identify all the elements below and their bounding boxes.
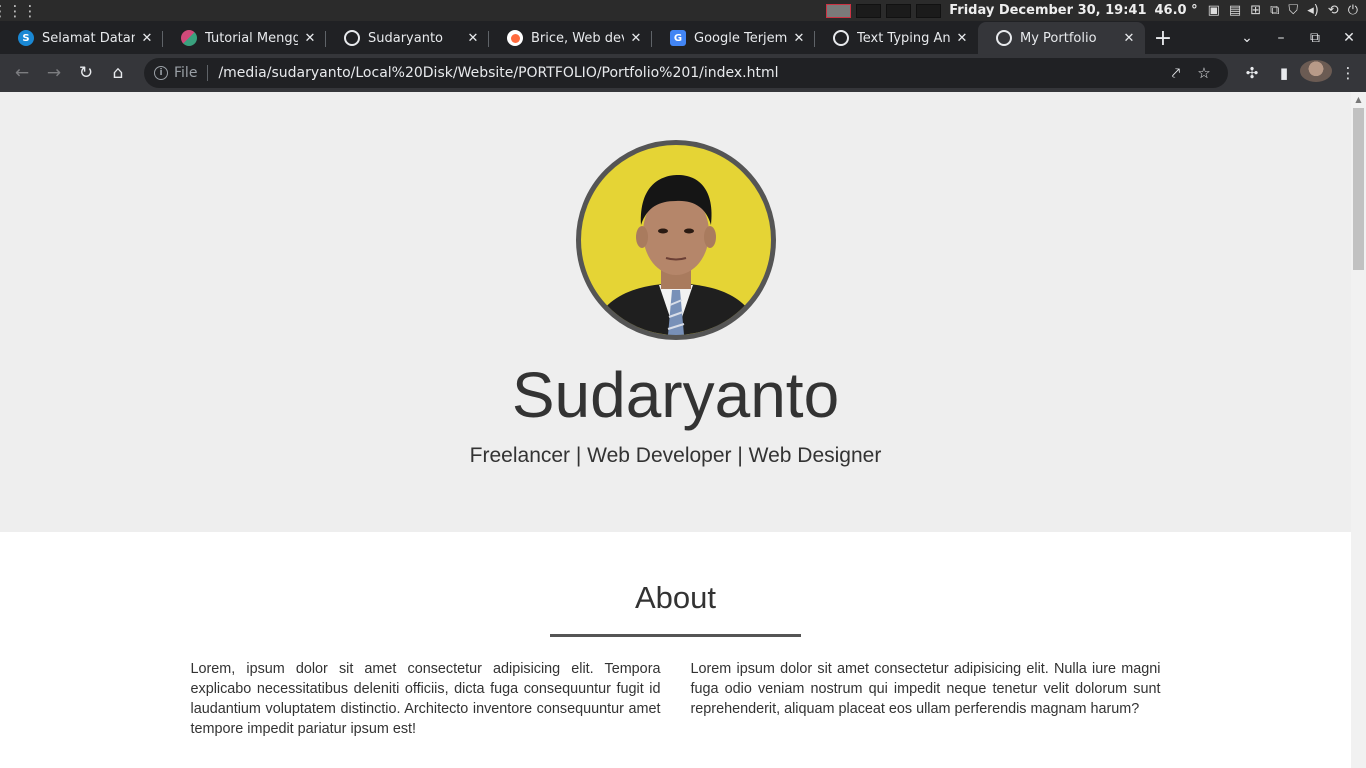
scrollbar-thumb[interactable] [1353,108,1364,270]
tab-my-portfolio[interactable]: My Portfolio ✕ [978,22,1145,54]
close-icon[interactable]: ✕ [139,31,155,46]
scroll-up-arrow-icon[interactable]: ▲ [1351,92,1366,107]
workspace-3[interactable] [886,3,912,18]
tab-title: Google Terjemah [694,30,787,46]
url-scheme: File [174,65,198,81]
os-top-bar: ⋮⋮⋮ Friday December 30, 19:41 46.0 ° ▣ ▤… [0,0,1366,21]
close-window-icon[interactable]: ✕ [1332,30,1366,46]
workspace-4[interactable] [916,3,942,18]
globe-icon [344,30,360,46]
close-icon[interactable]: ✕ [628,31,644,46]
close-icon[interactable]: ✕ [1121,31,1137,46]
system-tray: ▣ ▤ ⊞ ⧉ ⛉ ◂) ⟲ ⏻ [1208,3,1358,18]
skype-s-icon: S [18,30,34,46]
reload-button[interactable]: ↻ [70,57,102,89]
tab-search-icon[interactable]: ⌄ [1230,30,1264,46]
home-button[interactable]: ⌂ [102,57,134,89]
side-panel-icon[interactable]: ▮ [1268,64,1300,82]
close-icon[interactable]: ✕ [465,31,481,46]
bookmark-star-icon[interactable]: ☆ [1190,64,1218,82]
hero-tagline: Freelancer | Web Developer | Web Designe… [469,444,882,467]
tab-strip: S Selamat Datang ✕ Tutorial Menggu ✕ Sud… [0,21,1366,54]
restore-icon[interactable]: ⧉ [1298,30,1332,46]
minimize-icon[interactable]: – [1264,30,1298,46]
app-icon [181,30,197,46]
close-icon[interactable]: ✕ [954,31,970,46]
screen-icon[interactable]: ⧉ [1270,3,1279,18]
hero-section: Sudaryanto Freelancer | Web Developer | … [0,92,1351,532]
network-icon[interactable]: ⊞ [1250,3,1261,18]
translate-icon: G [670,30,686,46]
shield-icon[interactable]: ⛉ [1288,3,1298,18]
globe-icon [996,30,1012,46]
back-button[interactable]: ← [6,57,38,89]
portrait-image [590,175,761,335]
workspace-1[interactable] [826,3,852,18]
workspace-switcher[interactable] [826,3,942,18]
close-icon[interactable]: ✕ [302,31,318,46]
temperature: 46.0 ° [1154,3,1198,18]
extensions-icon[interactable]: ✣ [1236,64,1268,82]
workspace-2[interactable] [856,3,882,18]
address-bar[interactable]: i File /media/sudaryanto/Local%20Disk/We… [144,58,1228,88]
clock[interactable]: Friday December 30, 19:41 [949,3,1146,18]
updates-icon[interactable]: ⟲ [1328,3,1339,18]
page-scrollbar[interactable]: ▲ [1351,92,1366,768]
about-heading: About [634,580,716,615]
app-grid-icon[interactable]: ⋮⋮⋮ [0,2,38,20]
profile-avatar[interactable] [1300,60,1332,86]
heading-divider [550,634,801,637]
browser-toolbar: ← → ↻ ⌂ i File /media/sudaryanto/Local%2… [0,54,1366,92]
hero-name: Sudaryanto [511,359,840,431]
tab-selamat-datang[interactable]: S Selamat Datang ✕ [0,22,163,54]
tab-tutorial[interactable]: Tutorial Menggu ✕ [163,22,326,54]
globe-icon [833,30,849,46]
url-text[interactable]: /media/sudaryanto/Local%20Disk/Website/P… [218,65,1162,81]
tab-title: Selamat Datang [42,30,135,46]
info-icon[interactable]: i [154,66,168,80]
tab-title: Brice, Web devel [531,30,624,46]
tab-title: Tutorial Menggu [205,30,298,46]
about-section: About Lorem, ipsum dolor sit amet consec… [0,532,1351,739]
about-text-left: Lorem, ipsum dolor sit amet consectetur … [190,661,661,737]
power-icon[interactable]: ⏻ [1348,3,1358,18]
new-tab-button[interactable]: + [1145,22,1181,54]
clipboard-icon[interactable]: ▤ [1229,3,1241,18]
forward-button[interactable]: → [38,57,70,89]
about-text-right: Lorem ipsum dolor sit amet consectetur a… [690,661,1161,717]
page-viewport: Sudaryanto Freelancer | Web Developer | … [0,92,1351,768]
tab-title: My Portfolio [1020,30,1097,46]
share-icon[interactable]: ⤤ [1162,64,1190,82]
brice-icon [507,30,523,46]
tab-google-terjemah[interactable]: G Google Terjemah ✕ [652,22,815,54]
tab-text-typing[interactable]: Text Typing Anim ✕ [815,22,978,54]
tab-title: Text Typing Anim [857,30,950,46]
about-columns: Lorem, ipsum dolor sit amet consectetur … [191,659,1161,739]
volume-icon[interactable]: ◂) [1307,3,1319,18]
profile-photo [575,140,776,340]
tab-title: Sudaryanto [368,30,444,46]
menu-icon[interactable]: ⋮ [1332,64,1364,82]
printer-icon[interactable]: ▣ [1208,3,1220,18]
tab-sudaryanto[interactable]: Sudaryanto ✕ [326,22,489,54]
close-icon[interactable]: ✕ [791,31,807,46]
tab-brice[interactable]: Brice, Web devel ✕ [489,22,652,54]
